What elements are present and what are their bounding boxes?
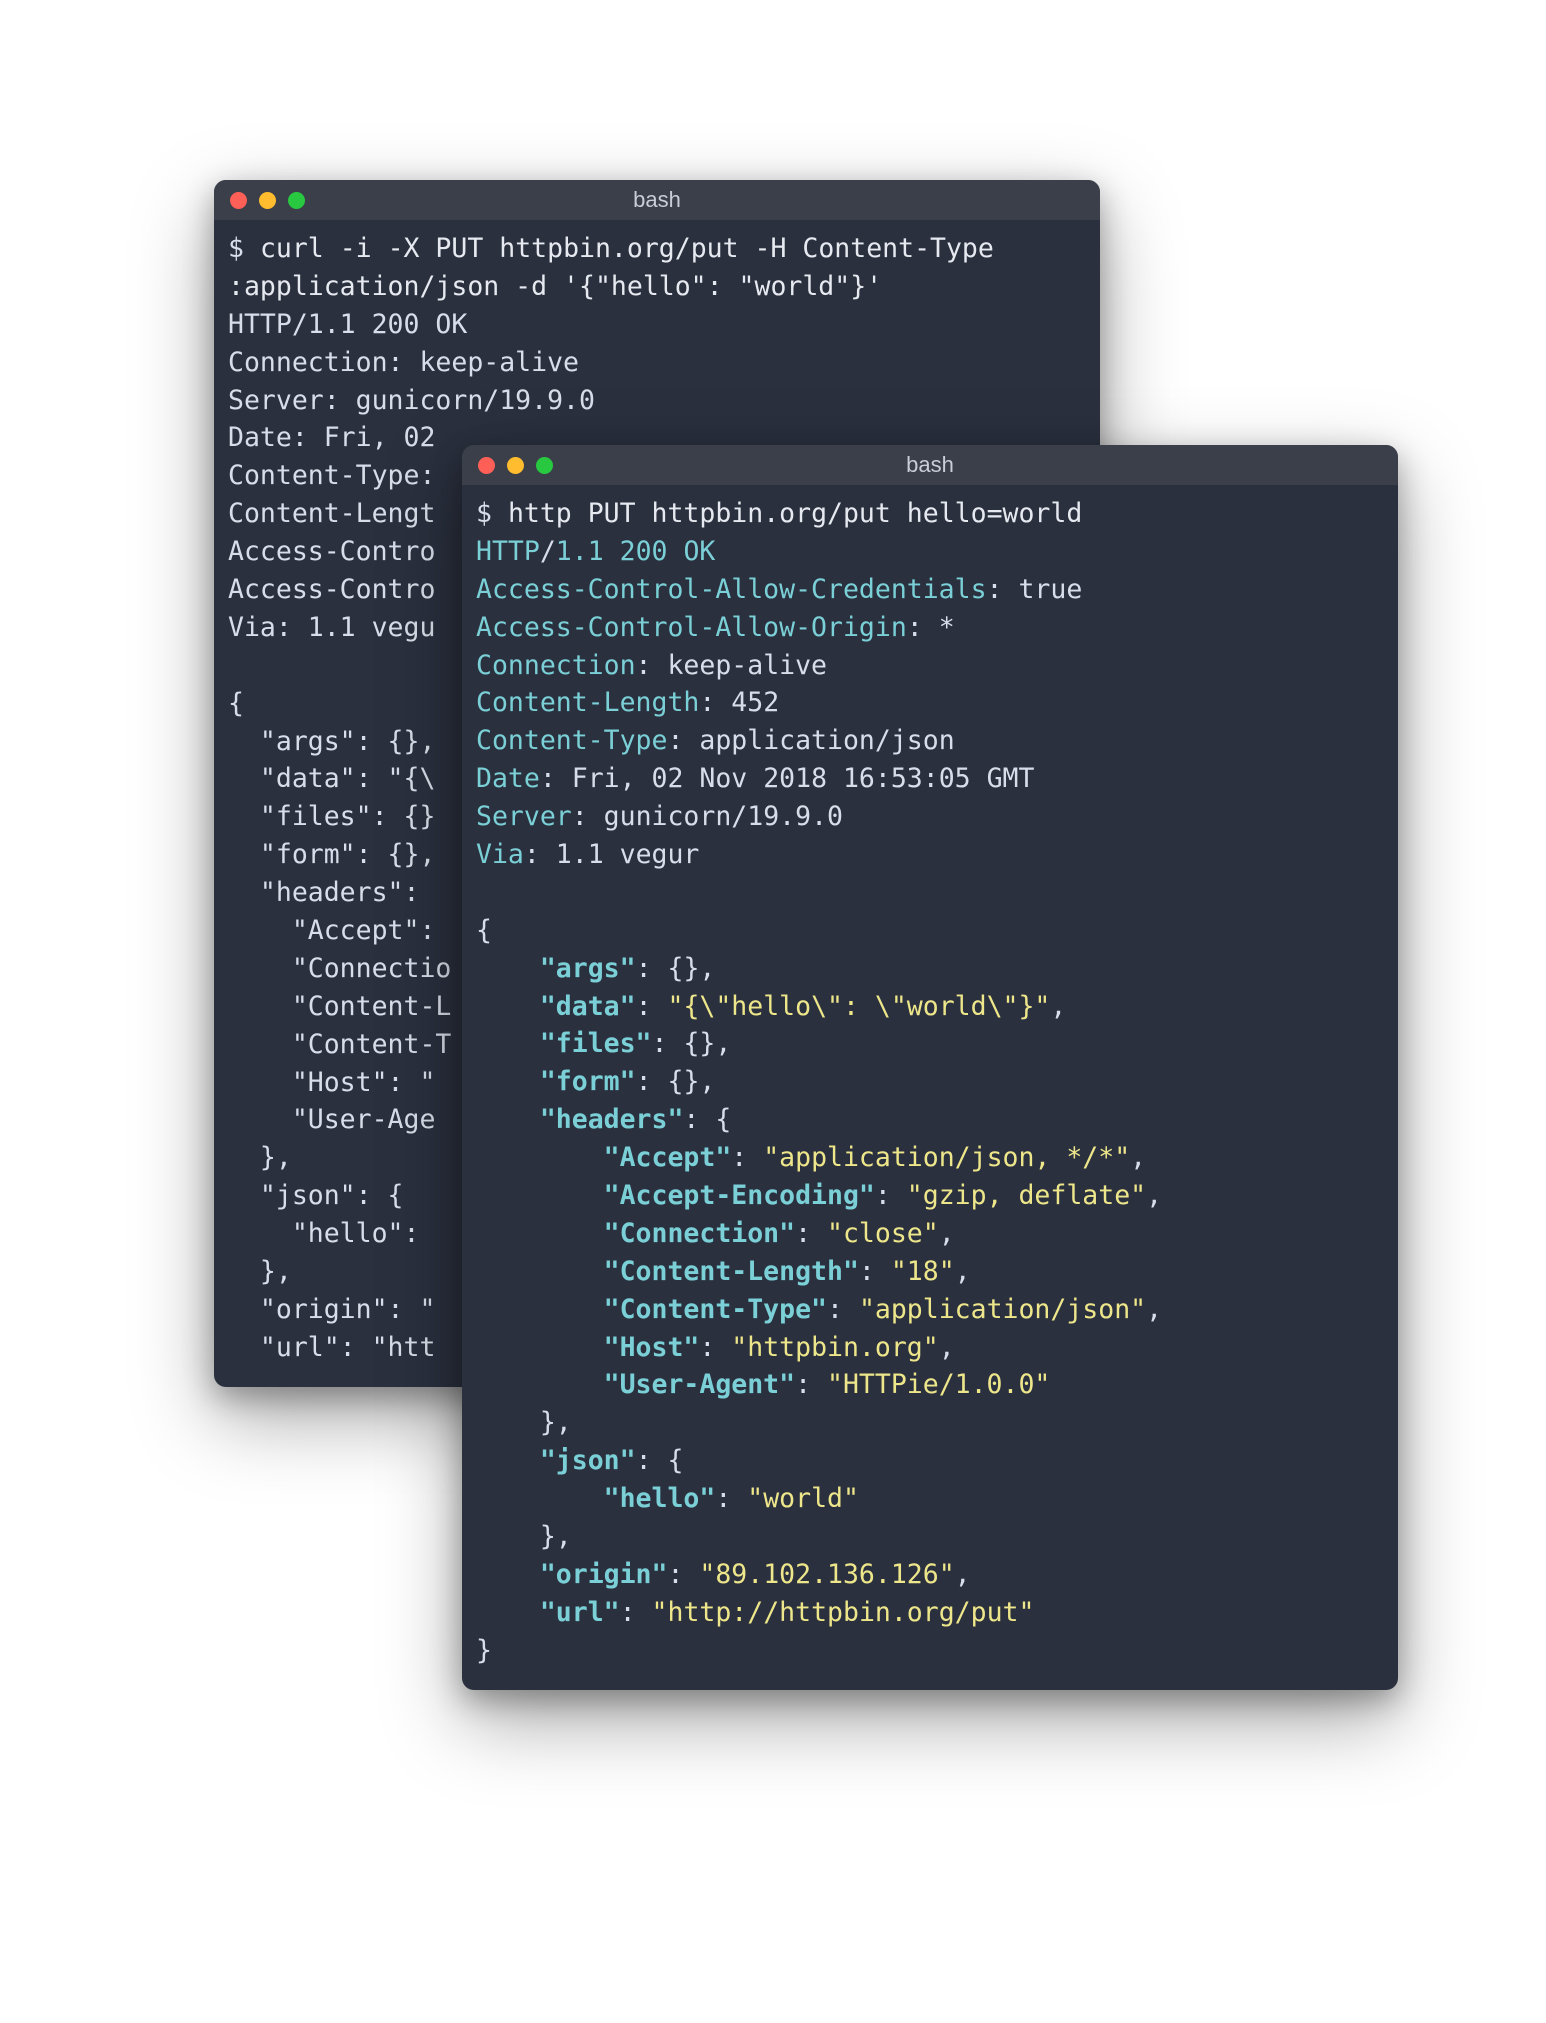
hdr-key: Via: [476, 839, 524, 870]
hdr-row: Date: Fri, 02 Nov 2018 16:53:05 GMT: [476, 763, 1034, 794]
json-val: "gzip, deflate": [907, 1180, 1146, 1211]
hdr-val: keep-alive: [667, 650, 827, 681]
json-key: "hello": [604, 1483, 716, 1514]
json-val: "{\"hello\": \"world\"}": [667, 991, 1050, 1022]
header-connection: Connection: keep-alive: [228, 347, 579, 378]
header-content-type: Content-Type:: [228, 460, 435, 491]
json-val: "89.102.136.126": [699, 1559, 954, 1590]
status-ver: 1.1: [556, 536, 620, 567]
window-title-1: bash: [214, 187, 1100, 213]
header-via: Via: 1.1 vegu: [228, 612, 435, 643]
hdr-row: Content-Type: application/json: [476, 725, 955, 756]
titlebar-1[interactable]: bash: [214, 180, 1100, 220]
hdr-val: true: [1018, 574, 1082, 605]
json-brace: }: [476, 1635, 492, 1666]
body-line: "data": "{\: [228, 763, 435, 794]
body-line: },: [228, 1256, 292, 1287]
body-line: "Content-L: [228, 991, 451, 1022]
hdr-key: Access-Control-Allow-Origin: [476, 612, 907, 643]
json-key: "headers": [540, 1104, 684, 1135]
body-line: "Connectio: [228, 953, 451, 984]
json-key: "origin": [540, 1559, 668, 1590]
json-val: "close": [827, 1218, 939, 1249]
body-line: "form": {},: [228, 839, 435, 870]
body-line: "origin": ": [228, 1294, 435, 1325]
body-line: "Content-T: [228, 1029, 451, 1060]
json-key: "data": [540, 991, 636, 1022]
json-key: "Accept-Encoding": [604, 1180, 875, 1211]
prompt: $: [476, 498, 492, 529]
json-val: {}: [667, 953, 699, 984]
status-proto: HTTP: [476, 536, 540, 567]
hdr-key: Connection: [476, 650, 636, 681]
body-line: "args": {},: [228, 726, 435, 757]
hdr-val: gunicorn/19.9.0: [604, 801, 843, 832]
body-line: },: [228, 1142, 292, 1173]
body-line: "User-Age: [228, 1104, 435, 1135]
hdr-key: Date: [476, 763, 540, 794]
json-val: "HTTPie/1.0.0": [827, 1369, 1050, 1400]
body-line: "Accept":: [228, 915, 435, 946]
hdr-key: Content-Length: [476, 687, 699, 718]
hdr-row: Content-Length: 452: [476, 687, 779, 718]
json-key: "Accept": [604, 1142, 732, 1173]
status-code: 200: [620, 536, 684, 567]
body-line: "json": {: [228, 1180, 404, 1211]
hdr-val: Fri, 02 Nov 2018 16:53:05 GMT: [572, 763, 1035, 794]
json-key: "Host": [604, 1332, 700, 1363]
body-line: "Host": ": [228, 1067, 435, 1098]
status-slash: /: [540, 536, 556, 567]
window-title-2: bash: [462, 452, 1398, 478]
json-key: "form": [540, 1066, 636, 1097]
json-val: "world": [747, 1483, 859, 1514]
json-val: "http://httpbin.org/put": [652, 1597, 1035, 1628]
prompt: $: [228, 233, 244, 264]
hdr-val: 452: [731, 687, 779, 718]
header-server: Server: gunicorn/19.9.0: [228, 385, 595, 416]
json-key: "files": [540, 1028, 652, 1059]
json-val: "httpbin.org": [731, 1332, 938, 1363]
hdr-row: Connection: keep-alive: [476, 650, 827, 681]
hdr-row: Access-Control-Allow-Origin: *: [476, 612, 955, 643]
hdr-val: application/json: [699, 725, 954, 756]
json-key: "json": [540, 1445, 636, 1476]
body-line: "hello":: [228, 1218, 419, 1249]
command-line-1: curl -i -X PUT httpbin.org/put -H Conten…: [260, 233, 994, 264]
hdr-row: Via: 1.1 vegur: [476, 839, 699, 870]
hdr-key: Content-Type: [476, 725, 667, 756]
command-line: http PUT httpbin.org/put hello=world: [508, 498, 1082, 529]
header-acac: Access-Contro: [228, 574, 435, 605]
hdr-row: Server: gunicorn/19.9.0: [476, 801, 843, 832]
header-content-length: Content-Lengt: [228, 498, 435, 529]
header-date: Date: Fri, 02: [228, 422, 435, 453]
hdr-row: Access-Control-Allow-Credentials: true: [476, 574, 1082, 605]
json-val: "18": [891, 1256, 955, 1287]
status-ok: OK: [683, 536, 715, 567]
json-key: "args": [540, 953, 636, 984]
json-val: {}: [667, 1066, 699, 1097]
header-acao: Access-Contro: [228, 536, 435, 567]
json-key: "Content-Type": [604, 1294, 827, 1325]
hdr-val: 1.1 vegur: [556, 839, 700, 870]
command-line-2: :application/json -d '{"hello": "world"}…: [228, 271, 882, 302]
body-line: {: [228, 688, 244, 719]
body-line: "headers":: [228, 877, 419, 908]
json-val: "application/json, */*": [763, 1142, 1130, 1173]
status-line: HTTP/1.1 200 OK: [228, 309, 467, 340]
json-val: "application/json": [859, 1294, 1146, 1325]
body-line: "url": "htt: [228, 1332, 435, 1363]
hdr-key: Server: [476, 801, 572, 832]
terminal-window-2: bash $ http PUT httpbin.org/put hello=wo…: [462, 445, 1398, 1690]
json-key: "Content-Length": [604, 1256, 859, 1287]
json-key: "url": [540, 1597, 620, 1628]
hdr-val: *: [939, 612, 955, 643]
hdr-key: Access-Control-Allow-Credentials: [476, 574, 987, 605]
json-val: {}: [683, 1028, 715, 1059]
json-key: "User-Agent": [604, 1369, 795, 1400]
terminal-content-2[interactable]: $ http PUT httpbin.org/put hello=world H…: [462, 485, 1398, 1690]
body-line: "files": {}: [228, 801, 435, 832]
json-key: "Connection": [604, 1218, 795, 1249]
json-brace: {: [476, 915, 492, 946]
titlebar-2[interactable]: bash: [462, 445, 1398, 485]
